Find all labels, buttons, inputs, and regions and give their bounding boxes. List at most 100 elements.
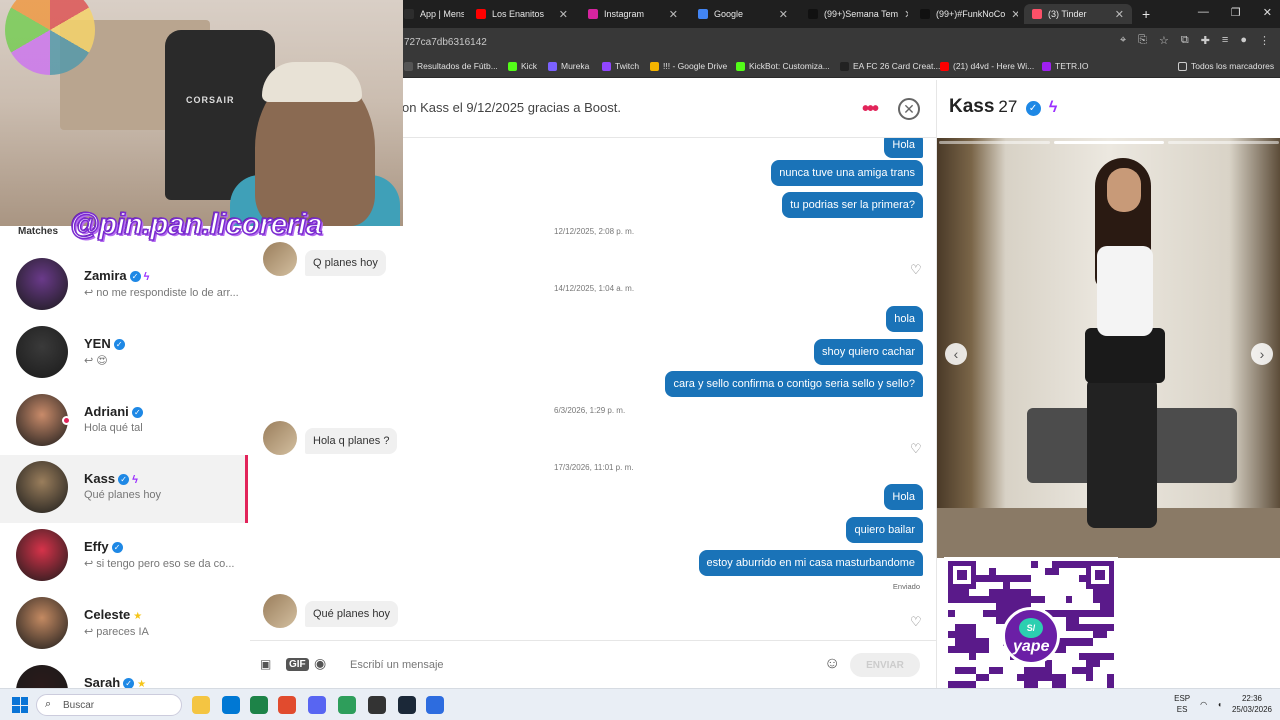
- sent-message: nunca tuve una amiga trans: [771, 160, 923, 186]
- taskbar-app-icon[interactable]: [278, 696, 296, 714]
- language-code: ESP: [1174, 694, 1191, 703]
- match-item[interactable]: YEN ✓ ↩ 😍: [0, 320, 248, 388]
- prev-photo-icon[interactable]: ‹: [945, 343, 967, 365]
- match-name: Zamira: [84, 268, 127, 283]
- media-icon[interactable]: ≡: [1222, 34, 1228, 47]
- wifi-icon[interactable]: ◠: [1200, 700, 1207, 709]
- next-photo-icon[interactable]: ›: [1251, 343, 1273, 365]
- browser-tab[interactable]: (99+)#FunkNoCo ✕: [912, 4, 1018, 24]
- tab-label: Google: [714, 9, 744, 19]
- sticker-icon[interactable]: ▣: [260, 657, 271, 671]
- tab-close-icon[interactable]: ✕: [773, 8, 788, 21]
- tab-close-icon[interactable]: ✕: [663, 8, 678, 21]
- tab-close-icon[interactable]: ✕: [1005, 8, 1018, 21]
- taskbar-app-icon[interactable]: [338, 696, 356, 714]
- like-heart-icon[interactable]: ♡: [910, 262, 922, 278]
- sent-message: Hola: [884, 484, 923, 510]
- tab-favicon-icon: [698, 9, 708, 19]
- bookmark-item[interactable]: KickBot: Customiza...: [736, 61, 830, 71]
- message-input[interactable]: [350, 654, 810, 676]
- taskbar-app-icon[interactable]: [398, 696, 416, 714]
- language-indicator[interactable]: ESP ES: [1174, 693, 1190, 715]
- match-item[interactable]: Sarah ✓ ★: [0, 659, 248, 688]
- match-item[interactable]: Celeste ★ ↩ pareces IA: [0, 591, 248, 659]
- url-text[interactable]: 727ca7db6316142: [404, 37, 487, 48]
- tab-close-icon[interactable]: ✕: [553, 8, 568, 21]
- bookmark-item[interactable]: !!! - Google Drive: [650, 61, 727, 71]
- browser-tab[interactable]: Instagram ✕: [580, 4, 686, 24]
- tab-close-icon[interactable]: ✕: [898, 8, 908, 21]
- taskbar-app-icon[interactable]: [192, 696, 210, 714]
- bookmark-item[interactable]: Mureka: [548, 61, 589, 71]
- browser-tab[interactable]: (99+)Semana Tem✕: [800, 4, 908, 24]
- match-item[interactable]: Zamira ✓ ϟ ↩ no me respondiste lo de arr...: [0, 252, 248, 320]
- match-avatar: [16, 394, 68, 446]
- clock[interactable]: 22:36 25/03/2026: [1232, 693, 1272, 715]
- qr-finder-top-right: [1086, 561, 1114, 589]
- bookmark-item[interactable]: Twitch: [602, 61, 639, 71]
- bookmark-item[interactable]: EA FC 26 Card Creat...: [840, 61, 940, 71]
- bookmark-item[interactable]: TETR.IO: [1042, 61, 1089, 71]
- sender-avatar[interactable]: [263, 421, 297, 455]
- like-heart-icon[interactable]: ♡: [910, 441, 922, 457]
- sender-avatar[interactable]: [263, 242, 297, 276]
- menu-icon[interactable]: ⋮: [1259, 34, 1270, 47]
- bookmark-item[interactable]: Resultados de Fútb...: [404, 61, 498, 71]
- all-bookmarks[interactable]: Todos los marcadores: [1178, 61, 1274, 71]
- windows-start-icon[interactable]: [12, 697, 28, 713]
- taskbar-app-icon[interactable]: [308, 696, 326, 714]
- spotify-icon[interactable]: ◉: [314, 655, 326, 672]
- tab-close-icon[interactable]: ✕: [1109, 8, 1124, 21]
- sent-message: Hola: [884, 138, 923, 158]
- new-tab-icon[interactable]: +: [1134, 4, 1158, 24]
- message-timestamp: 14/12/2025, 1:04 a. m.: [554, 284, 635, 293]
- restore-icon[interactable]: ❐: [1231, 6, 1241, 19]
- match-item[interactable]: Effy ✓ ↩ si tengo pero eso se da co...: [0, 523, 248, 591]
- match-item[interactable]: Kass ✓ ϟ Qué planes hoy: [0, 455, 248, 523]
- match-name-row: Effy ✓: [84, 539, 123, 554]
- more-options-icon[interactable]: •••: [862, 98, 879, 121]
- bookmark-favicon-icon: [1042, 61, 1051, 71]
- verified-icon: ✓: [1025, 101, 1041, 116]
- bookmark-favicon-icon: [940, 61, 949, 71]
- taskbar-search[interactable]: ⌕ Buscar: [36, 694, 182, 716]
- close-chat-icon[interactable]: ✕: [898, 98, 920, 120]
- volume-icon[interactable]: ◖: [1217, 700, 1222, 709]
- browser-tab[interactable]: Los Enanitos ✕: [468, 4, 576, 24]
- close-window-icon[interactable]: ✕: [1263, 6, 1272, 19]
- boost-icon: ϟ: [1048, 99, 1058, 116]
- minimize-icon[interactable]: —: [1198, 6, 1209, 19]
- matches-heading: Matches: [18, 226, 59, 237]
- bookmark-item[interactable]: Kick: [508, 61, 537, 71]
- taskbar-app-icon[interactable]: [426, 696, 444, 714]
- browser-tab[interactable]: (3) Tinder ✕: [1024, 4, 1132, 24]
- bookmark-star-icon[interactable]: ☆: [1159, 34, 1169, 47]
- address-bar-icons: ⌖ ⎘ ☆ ⧉ ✚ ≡ ● ⋮: [1120, 34, 1270, 47]
- puzzle-icon[interactable]: ✚: [1201, 34, 1210, 47]
- taskbar-app-icon[interactable]: [368, 696, 386, 714]
- match-item[interactable]: Adriani ✓ Hola qué tal: [0, 388, 248, 456]
- emoji-icon[interactable]: ☺: [824, 655, 840, 673]
- send-button[interactable]: ENVIAR: [850, 653, 920, 677]
- like-heart-icon[interactable]: ♡: [910, 614, 922, 630]
- bookmark-item[interactable]: (21) d4vd - Here Wi...: [940, 61, 1034, 71]
- profile-photo[interactable]: ‹ ›: [937, 138, 1280, 558]
- taskbar-app-icon[interactable]: [250, 696, 268, 714]
- location-icon[interactable]: ⌖: [1120, 34, 1126, 47]
- search-icon: ⌕: [45, 698, 52, 710]
- tab-favicon-icon: [808, 9, 818, 19]
- browser-tab[interactable]: App | Mens✕: [396, 4, 464, 24]
- gif-button[interactable]: GIF: [286, 658, 309, 671]
- taskbar-app-icon[interactable]: [222, 696, 240, 714]
- install-icon[interactable]: ⎘: [1138, 34, 1147, 47]
- browser-tab[interactable]: Google ✕: [690, 4, 796, 24]
- profile-icon[interactable]: ●: [1240, 34, 1247, 47]
- photo-progress-segment: [1168, 141, 1279, 144]
- extensions-icon[interactable]: ⧉: [1181, 34, 1189, 47]
- tab-label: (99+)Semana Tem: [824, 9, 899, 19]
- tab-favicon-icon: [1032, 9, 1042, 19]
- received-message: Qué planes hoy: [305, 601, 399, 627]
- profile-name: Kass: [949, 96, 995, 117]
- sender-avatar[interactable]: [263, 594, 297, 628]
- tab-favicon-icon: [476, 9, 486, 19]
